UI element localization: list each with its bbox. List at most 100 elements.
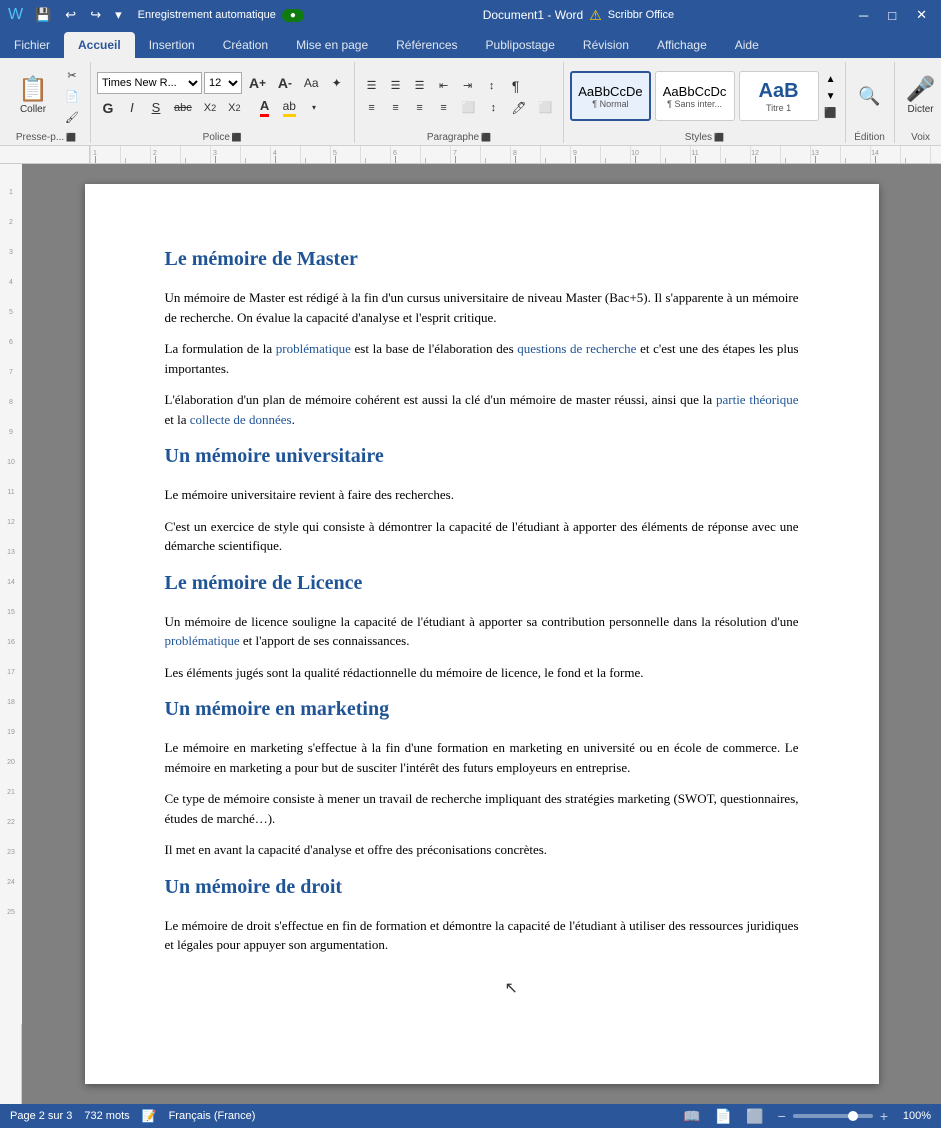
tab-aide[interactable]: Aide	[721, 32, 773, 58]
tab-insertion[interactable]: Insertion	[135, 32, 209, 58]
ruler-marks: 1 2 3 4 5 6 7 8 9 10	[90, 146, 940, 163]
clear-format-button[interactable]: ✦	[326, 73, 348, 93]
underline-button[interactable]: S	[145, 97, 167, 118]
web-layout-button[interactable]: ⬜	[743, 1108, 766, 1125]
main-area: 1 2 3 4 5 6 7 8 9 10 11 12 13 14 15 16 1…	[0, 164, 941, 1104]
coller-button[interactable]: 📋 Coller	[8, 70, 58, 122]
list-multi-button[interactable]: ☰	[409, 76, 431, 96]
print-layout-button[interactable]: 📄	[712, 1108, 735, 1125]
link-problematique-2[interactable]: problématique	[165, 633, 240, 648]
doc-scroll-area[interactable]: Le mémoire de Master Un mémoire de Maste…	[22, 164, 941, 1104]
language[interactable]: Français (France)	[169, 1110, 256, 1122]
para-marketing-1: Le mémoire en marketing s'effectue à la …	[165, 738, 799, 777]
style-titre1-button[interactable]: AaB Titre 1	[739, 71, 819, 121]
superscript-button[interactable]: X2	[223, 98, 245, 118]
highlight-button[interactable]: ab	[278, 96, 301, 120]
line-spacing-button[interactable]: ↕	[482, 98, 504, 118]
tab-revision[interactable]: Révision	[569, 32, 643, 58]
warning-icon: ⚠	[589, 7, 602, 24]
group-presse-papiers: 📋 Coller ✂ 📄 🖌 Presse-p... ⬛	[4, 62, 91, 143]
reproduire-button[interactable]: 🖌	[60, 107, 84, 127]
tab-references[interactable]: Références	[382, 32, 471, 58]
align-center-button[interactable]: ≡	[385, 98, 407, 118]
styles-expand-icon[interactable]: ⬛	[714, 133, 724, 142]
align-left-button[interactable]: ≡	[361, 98, 383, 118]
link-questions-recherche[interactable]: questions de recherche	[517, 341, 636, 356]
style-sans-interligne-button[interactable]: AaBbCcDc ¶ Sans inter...	[655, 71, 735, 121]
couper-button[interactable]: ✂	[60, 65, 84, 85]
link-partie-theorique[interactable]: partie théorique	[716, 392, 799, 407]
para-univ-2: C'est un exercice de style qui consiste …	[165, 517, 799, 556]
group-edition: 🔍 Édition	[848, 62, 892, 143]
fill-color-button[interactable]: 🖊	[506, 98, 531, 118]
column-button[interactable]: ⬜	[457, 98, 481, 118]
search-edition-button[interactable]: 🔍	[852, 78, 888, 114]
presse-papiers-label: Presse-p... ⬛	[8, 130, 84, 143]
font-size-select[interactable]: 12	[204, 72, 242, 94]
save-button[interactable]: 💾	[29, 5, 57, 25]
redo-button[interactable]: ↪	[84, 5, 107, 25]
cursor-pointer: ↖	[505, 977, 518, 1001]
link-collecte-donnees[interactable]: collecte de données	[190, 412, 292, 427]
svg-text:21: 21	[7, 789, 15, 796]
indent-increase-button[interactable]: ⇥	[457, 76, 479, 96]
customize-button[interactable]: ▾	[109, 5, 128, 25]
decrease-font-button[interactable]: A-	[273, 72, 297, 94]
italic-button[interactable]: I	[121, 97, 143, 118]
pilcrow-button[interactable]: ¶	[505, 75, 527, 97]
vertical-ruler-marks: 1 2 3 4 5 6 7 8 9 10 11 12 13 14 15 16 1…	[0, 164, 22, 1024]
increase-font-button[interactable]: A+	[244, 72, 271, 94]
tab-mise-en-page[interactable]: Mise en page	[282, 32, 382, 58]
bold-button[interactable]: G	[97, 97, 119, 119]
styles-expand[interactable]: ⬛	[823, 105, 839, 121]
zoom-thumb	[848, 1111, 858, 1121]
svg-text:2: 2	[9, 219, 13, 226]
undo-button[interactable]: ↩	[59, 5, 82, 25]
zoom-minus-button[interactable]: −	[775, 1108, 789, 1124]
subscript-button[interactable]: X2	[199, 98, 221, 118]
heading-5: Un mémoire de droit	[165, 872, 799, 902]
para-expand-icon[interactable]: ⬛	[481, 133, 491, 142]
copier-button[interactable]: 📄	[60, 86, 84, 106]
tab-fichier[interactable]: Fichier	[0, 32, 64, 58]
svg-text:23: 23	[7, 849, 15, 856]
maximize-button[interactable]: □	[882, 6, 902, 25]
list-ordered-button[interactable]: ☰	[385, 76, 407, 96]
strikethrough-button[interactable]: abc	[169, 98, 197, 118]
expand-icon[interactable]: ⬛	[66, 133, 76, 142]
indent-decrease-button[interactable]: ⇤	[433, 76, 455, 96]
list-unordered-button[interactable]: ☰	[361, 76, 383, 96]
group-voix: 🎤 Dicter Voix	[894, 62, 941, 143]
zoom-plus-button[interactable]: +	[877, 1108, 891, 1124]
style-sans-label: ¶ Sans inter...	[667, 99, 722, 109]
minimize-button[interactable]: ─	[853, 6, 874, 25]
styles-scroll-down[interactable]: ▼	[823, 88, 839, 104]
status-right: 📖 📄 ⬜ − + 100%	[680, 1108, 931, 1125]
align-justify-button[interactable]: ≡	[433, 98, 455, 118]
svg-text:3: 3	[9, 249, 13, 256]
styles-scroll-up[interactable]: ▲	[823, 71, 839, 87]
tab-accueil[interactable]: Accueil	[64, 32, 135, 58]
sort-button[interactable]: ↕	[481, 76, 503, 96]
style-normal-button[interactable]: AaBbCcDe ¶ Normal	[570, 71, 650, 121]
border-button[interactable]: ⬜	[534, 98, 558, 118]
font-name-select[interactable]: Times New R...	[97, 72, 202, 94]
zoom-slider[interactable]	[793, 1114, 873, 1118]
tab-publipostage[interactable]: Publipostage	[472, 32, 569, 58]
close-button[interactable]: ✕	[910, 5, 933, 25]
dicter-button[interactable]: 🎤 Dicter	[899, 70, 941, 122]
font-color-button[interactable]: A	[254, 95, 276, 120]
tab-creation[interactable]: Création	[209, 32, 282, 58]
tab-affichage[interactable]: Affichage	[643, 32, 721, 58]
font-color-arrow[interactable]: ▾	[303, 98, 325, 118]
track-changes-icon[interactable]: 📝	[142, 1109, 157, 1123]
link-problematique-1[interactable]: problématique	[276, 341, 351, 356]
police-expand-icon[interactable]: ⬛	[232, 133, 242, 142]
svg-text:12: 12	[7, 519, 15, 526]
group-paragraphe: ☰ ☰ ☰ ⇤ ⇥ ↕ ¶ ≡ ≡ ≡ ≡ ⬜ ↕ 🖊 ⬜	[357, 62, 565, 143]
align-right-button[interactable]: ≡	[409, 98, 431, 118]
read-mode-button[interactable]: 📖	[680, 1108, 703, 1125]
case-button[interactable]: Aa	[299, 73, 324, 93]
para-master-2: La formulation de la problématique est l…	[165, 339, 799, 378]
autosave-toggle[interactable]: ●	[282, 9, 304, 22]
